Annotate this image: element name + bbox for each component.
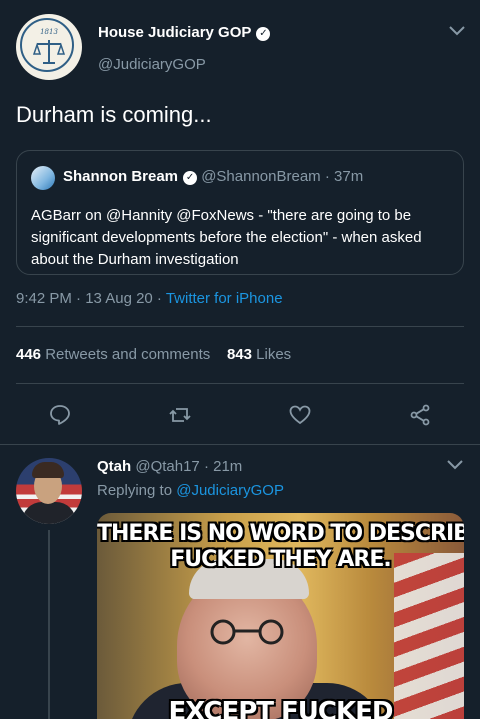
quoted-tweet[interactable]: Shannon Bream ✓ @ShannonBream · 37m AGBar… [16,150,464,275]
reply-image[interactable]: THERE IS NO WORD TO DESCRIBE HOW FUCKED … [97,513,464,719]
flag-background [394,553,464,719]
quoted-header: Shannon Bream ✓ @ShannonBream · 37m [63,168,363,185]
avatar-hair [32,462,64,478]
tweet-time: 9:42 PM · 13 Aug 20 · [16,290,162,307]
quoted-text: AGBarr on @Hannity @FoxNews - "there are… [31,207,422,268]
reply-button[interactable] [45,400,75,430]
quoted-name[interactable]: Shannon Bream [63,168,178,185]
avatar-body [22,502,76,524]
scales-of-justice-icon [33,40,65,64]
share-button[interactable] [405,400,435,430]
retweets-stat[interactable]: 446 Retweets and comments [16,346,210,363]
share-icon [410,404,430,426]
glasses-shape [210,619,284,645]
reply-icon [50,405,70,425]
verified-icon: ✓ [256,27,271,41]
meme-caption-top: THERE IS NO WORD TO DESCRIBE HOW FUCKED … [97,521,464,572]
seal-year: 1813 [40,28,58,36]
retweet-icon [169,408,191,422]
section-divider [0,444,480,445]
tweet-stats: 446 Retweets and comments 843 Likes [16,346,291,363]
author-avatar[interactable]: 1813 [16,14,82,80]
like-button[interactable] [285,400,315,430]
reply-avatar[interactable] [16,458,82,524]
quoted-time: · 37m [324,168,364,185]
quoted-handle[interactable]: @ShannonBream [201,168,320,185]
reply-name[interactable]: Qtah [97,458,131,475]
reply-header: Qtah @Qtah17 · 21m [97,458,242,475]
reply-handle[interactable]: @Qtah17 [135,458,199,475]
author-name[interactable]: House Judiciary GOP ✓ [98,24,271,41]
tweet-meta: 9:42 PM · 13 Aug 20 · Twitter for iPhone [16,290,283,307]
retweet-button[interactable] [165,400,195,430]
divider [16,383,464,384]
chevron-down-icon[interactable] [446,458,464,476]
author-handle[interactable]: @JudiciaryGOP [98,56,206,73]
chevron-down-icon[interactable] [448,24,466,42]
divider [16,326,464,327]
quoted-avatar[interactable] [31,166,55,190]
replying-to-handle[interactable]: @JudiciaryGOP [176,482,284,499]
tweet-text: Durham is coming... [16,102,212,127]
meme-caption-bottom: EXCEPT FUCKED [168,697,393,719]
tweet-client[interactable]: Twitter for iPhone [166,290,283,307]
verified-icon: ✓ [183,171,198,185]
reply-time: · 21m [203,458,243,475]
like-icon [289,405,311,425]
thread-line [48,530,50,719]
likes-stat[interactable]: 843 Likes [227,346,291,363]
replying-to: Replying to @JudiciaryGOP [97,482,284,499]
